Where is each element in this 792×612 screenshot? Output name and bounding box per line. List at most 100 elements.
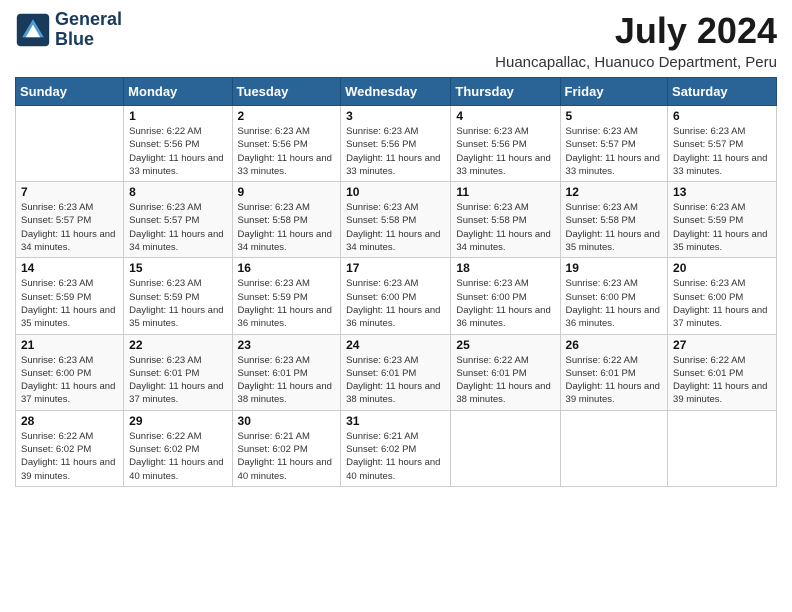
day-number: 31 bbox=[346, 414, 445, 428]
calendar-table: Sunday Monday Tuesday Wednesday Thursday… bbox=[15, 77, 777, 487]
day-number: 1 bbox=[129, 109, 226, 123]
calendar-cell: 9 Sunrise: 6:23 AM Sunset: 5:58 PM Dayli… bbox=[232, 182, 341, 258]
day-number: 19 bbox=[566, 261, 663, 275]
day-number: 27 bbox=[673, 338, 771, 352]
day-number: 3 bbox=[346, 109, 445, 123]
day-number: 28 bbox=[21, 414, 118, 428]
day-number: 26 bbox=[566, 338, 663, 352]
calendar-cell: 5 Sunrise: 6:23 AM Sunset: 5:57 PM Dayli… bbox=[560, 106, 668, 182]
calendar-cell: 25 Sunrise: 6:22 AM Sunset: 6:01 PM Dayl… bbox=[451, 334, 560, 410]
header-saturday: Saturday bbox=[668, 78, 777, 106]
day-number: 23 bbox=[238, 338, 336, 352]
calendar-cell: 1 Sunrise: 6:22 AM Sunset: 5:56 PM Dayli… bbox=[124, 106, 232, 182]
day-number: 4 bbox=[456, 109, 554, 123]
week-row-1: 1 Sunrise: 6:22 AM Sunset: 5:56 PM Dayli… bbox=[16, 106, 777, 182]
day-number: 9 bbox=[238, 185, 336, 199]
calendar-cell: 22 Sunrise: 6:23 AM Sunset: 6:01 PM Dayl… bbox=[124, 334, 232, 410]
day-info: Sunrise: 6:22 AM Sunset: 6:01 PM Dayligh… bbox=[456, 354, 554, 407]
page-header: General Blue July 2024 Huancapallac, Hua… bbox=[15, 10, 777, 71]
day-info: Sunrise: 6:21 AM Sunset: 6:02 PM Dayligh… bbox=[346, 430, 445, 483]
day-number: 24 bbox=[346, 338, 445, 352]
day-info: Sunrise: 6:23 AM Sunset: 6:01 PM Dayligh… bbox=[238, 354, 336, 407]
calendar-cell: 19 Sunrise: 6:23 AM Sunset: 6:00 PM Dayl… bbox=[560, 258, 668, 334]
week-row-2: 7 Sunrise: 6:23 AM Sunset: 5:57 PM Dayli… bbox=[16, 182, 777, 258]
day-info: Sunrise: 6:23 AM Sunset: 5:57 PM Dayligh… bbox=[129, 201, 226, 254]
day-number: 25 bbox=[456, 338, 554, 352]
day-info: Sunrise: 6:23 AM Sunset: 6:00 PM Dayligh… bbox=[456, 277, 554, 330]
day-number: 5 bbox=[566, 109, 663, 123]
day-number: 6 bbox=[673, 109, 771, 123]
day-info: Sunrise: 6:23 AM Sunset: 6:01 PM Dayligh… bbox=[129, 354, 226, 407]
day-number: 21 bbox=[21, 338, 118, 352]
day-info: Sunrise: 6:23 AM Sunset: 5:58 PM Dayligh… bbox=[566, 201, 663, 254]
calendar-cell: 28 Sunrise: 6:22 AM Sunset: 6:02 PM Dayl… bbox=[16, 410, 124, 486]
calendar-cell bbox=[16, 106, 124, 182]
calendar-cell: 29 Sunrise: 6:22 AM Sunset: 6:02 PM Dayl… bbox=[124, 410, 232, 486]
day-info: Sunrise: 6:23 AM Sunset: 5:59 PM Dayligh… bbox=[21, 277, 118, 330]
day-number: 8 bbox=[129, 185, 226, 199]
logo-icon bbox=[15, 12, 51, 48]
calendar-cell: 16 Sunrise: 6:23 AM Sunset: 5:59 PM Dayl… bbox=[232, 258, 341, 334]
calendar-cell: 21 Sunrise: 6:23 AM Sunset: 6:00 PM Dayl… bbox=[16, 334, 124, 410]
day-info: Sunrise: 6:22 AM Sunset: 6:02 PM Dayligh… bbox=[21, 430, 118, 483]
day-info: Sunrise: 6:23 AM Sunset: 6:00 PM Dayligh… bbox=[21, 354, 118, 407]
logo: General Blue bbox=[15, 10, 122, 50]
calendar-cell: 18 Sunrise: 6:23 AM Sunset: 6:00 PM Dayl… bbox=[451, 258, 560, 334]
week-row-4: 21 Sunrise: 6:23 AM Sunset: 6:00 PM Dayl… bbox=[16, 334, 777, 410]
calendar-cell: 23 Sunrise: 6:23 AM Sunset: 6:01 PM Dayl… bbox=[232, 334, 341, 410]
header-thursday: Thursday bbox=[451, 78, 560, 106]
day-info: Sunrise: 6:23 AM Sunset: 6:00 PM Dayligh… bbox=[566, 277, 663, 330]
subtitle: Huancapallac, Huanuco Department, Peru bbox=[495, 54, 777, 71]
header-friday: Friday bbox=[560, 78, 668, 106]
logo-text: General Blue bbox=[55, 10, 122, 50]
calendar-cell: 3 Sunrise: 6:23 AM Sunset: 5:56 PM Dayli… bbox=[341, 106, 451, 182]
day-number: 16 bbox=[238, 261, 336, 275]
day-info: Sunrise: 6:23 AM Sunset: 6:00 PM Dayligh… bbox=[673, 277, 771, 330]
calendar-cell bbox=[560, 410, 668, 486]
week-row-5: 28 Sunrise: 6:22 AM Sunset: 6:02 PM Dayl… bbox=[16, 410, 777, 486]
day-number: 15 bbox=[129, 261, 226, 275]
calendar-cell: 4 Sunrise: 6:23 AM Sunset: 5:56 PM Dayli… bbox=[451, 106, 560, 182]
day-info: Sunrise: 6:23 AM Sunset: 5:57 PM Dayligh… bbox=[566, 125, 663, 178]
day-info: Sunrise: 6:23 AM Sunset: 5:59 PM Dayligh… bbox=[129, 277, 226, 330]
day-info: Sunrise: 6:23 AM Sunset: 5:56 PM Dayligh… bbox=[346, 125, 445, 178]
calendar-cell bbox=[668, 410, 777, 486]
header-wednesday: Wednesday bbox=[341, 78, 451, 106]
calendar-cell: 17 Sunrise: 6:23 AM Sunset: 6:00 PM Dayl… bbox=[341, 258, 451, 334]
day-info: Sunrise: 6:23 AM Sunset: 5:57 PM Dayligh… bbox=[21, 201, 118, 254]
calendar-cell: 7 Sunrise: 6:23 AM Sunset: 5:57 PM Dayli… bbox=[16, 182, 124, 258]
day-info: Sunrise: 6:23 AM Sunset: 5:59 PM Dayligh… bbox=[673, 201, 771, 254]
calendar-cell: 31 Sunrise: 6:21 AM Sunset: 6:02 PM Dayl… bbox=[341, 410, 451, 486]
day-info: Sunrise: 6:23 AM Sunset: 6:00 PM Dayligh… bbox=[346, 277, 445, 330]
day-info: Sunrise: 6:23 AM Sunset: 5:58 PM Dayligh… bbox=[238, 201, 336, 254]
calendar-cell: 11 Sunrise: 6:23 AM Sunset: 5:58 PM Dayl… bbox=[451, 182, 560, 258]
header-monday: Monday bbox=[124, 78, 232, 106]
calendar-cell: 10 Sunrise: 6:23 AM Sunset: 5:58 PM Dayl… bbox=[341, 182, 451, 258]
calendar-cell: 26 Sunrise: 6:22 AM Sunset: 6:01 PM Dayl… bbox=[560, 334, 668, 410]
day-info: Sunrise: 6:23 AM Sunset: 6:01 PM Dayligh… bbox=[346, 354, 445, 407]
header-tuesday: Tuesday bbox=[232, 78, 341, 106]
day-number: 7 bbox=[21, 185, 118, 199]
calendar-cell: 15 Sunrise: 6:23 AM Sunset: 5:59 PM Dayl… bbox=[124, 258, 232, 334]
calendar-cell: 14 Sunrise: 6:23 AM Sunset: 5:59 PM Dayl… bbox=[16, 258, 124, 334]
calendar-cell: 8 Sunrise: 6:23 AM Sunset: 5:57 PM Dayli… bbox=[124, 182, 232, 258]
day-info: Sunrise: 6:22 AM Sunset: 6:01 PM Dayligh… bbox=[566, 354, 663, 407]
day-info: Sunrise: 6:23 AM Sunset: 5:58 PM Dayligh… bbox=[456, 201, 554, 254]
calendar-cell: 12 Sunrise: 6:23 AM Sunset: 5:58 PM Dayl… bbox=[560, 182, 668, 258]
day-info: Sunrise: 6:23 AM Sunset: 5:59 PM Dayligh… bbox=[238, 277, 336, 330]
day-info: Sunrise: 6:23 AM Sunset: 5:57 PM Dayligh… bbox=[673, 125, 771, 178]
calendar-cell: 6 Sunrise: 6:23 AM Sunset: 5:57 PM Dayli… bbox=[668, 106, 777, 182]
day-number: 11 bbox=[456, 185, 554, 199]
day-info: Sunrise: 6:22 AM Sunset: 6:02 PM Dayligh… bbox=[129, 430, 226, 483]
week-row-3: 14 Sunrise: 6:23 AM Sunset: 5:59 PM Dayl… bbox=[16, 258, 777, 334]
day-number: 12 bbox=[566, 185, 663, 199]
calendar-cell: 2 Sunrise: 6:23 AM Sunset: 5:56 PM Dayli… bbox=[232, 106, 341, 182]
header-sunday: Sunday bbox=[16, 78, 124, 106]
calendar-cell: 13 Sunrise: 6:23 AM Sunset: 5:59 PM Dayl… bbox=[668, 182, 777, 258]
day-info: Sunrise: 6:23 AM Sunset: 5:56 PM Dayligh… bbox=[238, 125, 336, 178]
calendar-cell: 30 Sunrise: 6:21 AM Sunset: 6:02 PM Dayl… bbox=[232, 410, 341, 486]
day-info: Sunrise: 6:22 AM Sunset: 6:01 PM Dayligh… bbox=[673, 354, 771, 407]
day-number: 2 bbox=[238, 109, 336, 123]
day-number: 10 bbox=[346, 185, 445, 199]
title-area: July 2024 Huancapallac, Huanuco Departme… bbox=[495, 10, 777, 71]
